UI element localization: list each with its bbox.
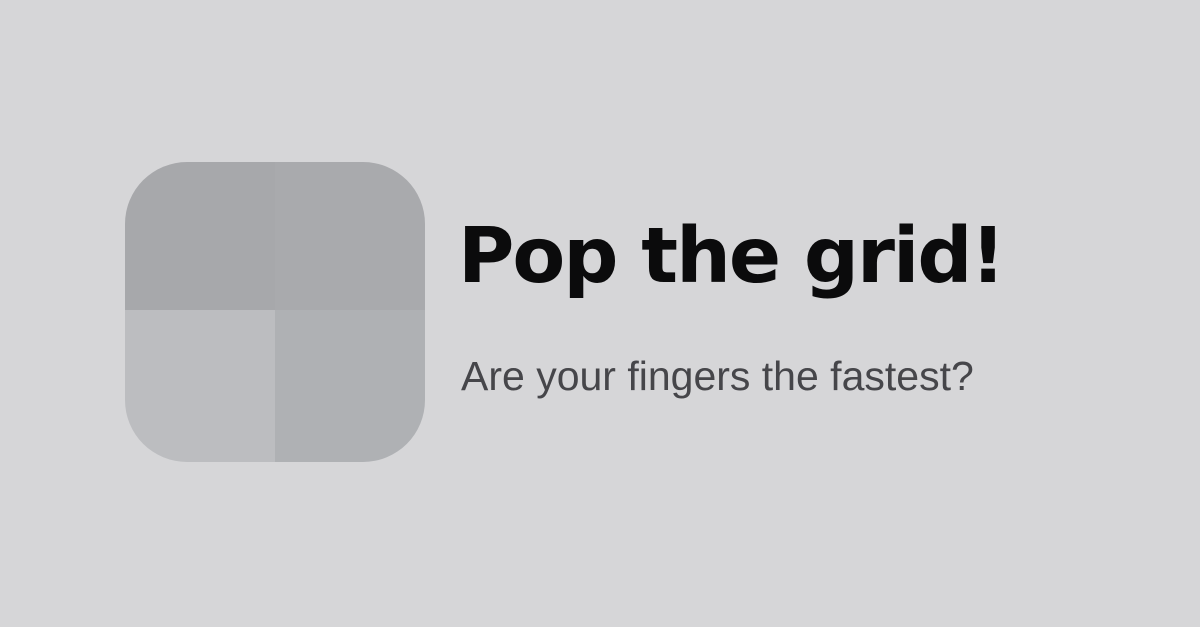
- logo-tile-top-left: [125, 162, 275, 310]
- logo-tile-bottom-left: [125, 310, 275, 462]
- logo-tile-top-right: [275, 162, 425, 310]
- grid-logo-icon: [125, 162, 425, 462]
- logo-tile-bottom-right: [275, 310, 425, 462]
- tagline: Are your fingers the fastest?: [461, 353, 974, 399]
- page-title: Pop the grid!: [458, 212, 1006, 301]
- promo-banner: Pop the grid! Are your fingers the faste…: [0, 0, 1200, 627]
